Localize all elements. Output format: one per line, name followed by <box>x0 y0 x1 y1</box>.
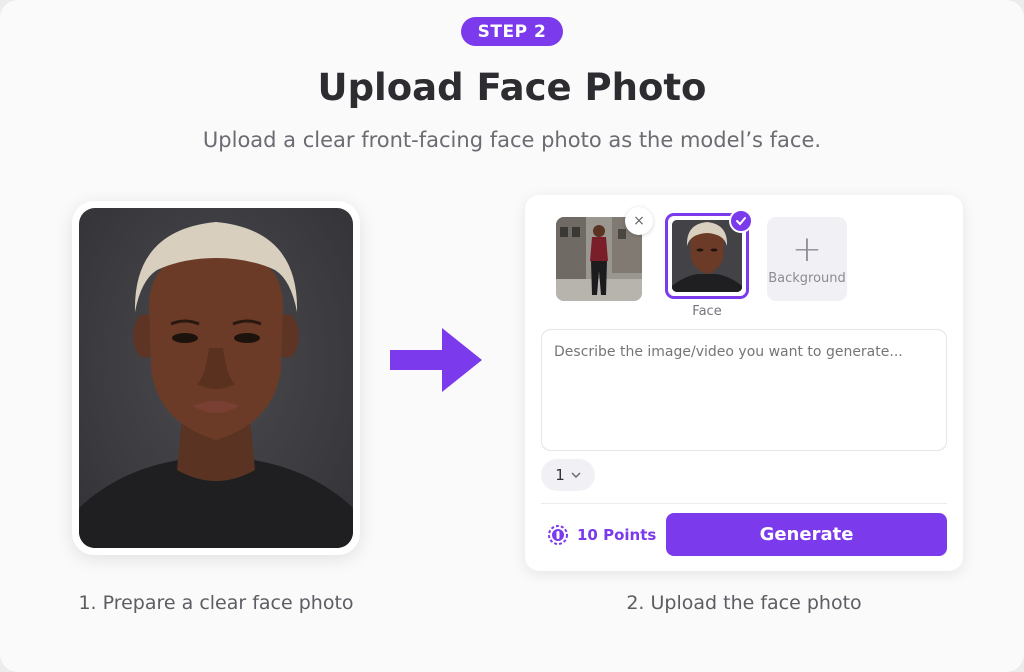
plus-icon: + <box>791 228 823 270</box>
coin-icon <box>548 525 568 545</box>
chevron-down-icon <box>571 472 581 478</box>
output-count-value: 1 <box>555 466 565 484</box>
points-cost: 10 Points <box>547 522 656 548</box>
upload-panel: × Face + Background 1 <box>525 195 963 571</box>
face-thumbnail <box>672 220 742 292</box>
page-frame: STEP 2 Upload Face Photo Upload a clear … <box>0 0 1024 672</box>
divider <box>541 503 947 504</box>
face-slot-label: Face <box>692 304 722 319</box>
left-caption: 1. Prepare a clear face photo <box>78 592 354 614</box>
example-photo-card <box>72 201 360 555</box>
page-subtitle: Upload a clear front-facing face photo a… <box>202 128 822 152</box>
page-title: Upload Face Photo <box>317 66 707 109</box>
arrow-right-icon <box>390 328 482 392</box>
step-badge: STEP 2 <box>461 17 563 46</box>
output-count-select[interactable]: 1 <box>541 459 595 491</box>
points-label: 10 Points <box>577 526 657 544</box>
right-caption: 2. Upload the face photo <box>626 592 862 614</box>
remove-image-button[interactable]: × <box>625 207 653 235</box>
check-icon <box>729 209 753 233</box>
prompt-input[interactable] <box>541 329 947 451</box>
background-slot-label: Background <box>768 270 846 286</box>
generate-button[interactable]: Generate <box>666 513 947 556</box>
example-face-photo <box>79 208 353 548</box>
add-background-button[interactable]: + Background <box>767 217 847 301</box>
